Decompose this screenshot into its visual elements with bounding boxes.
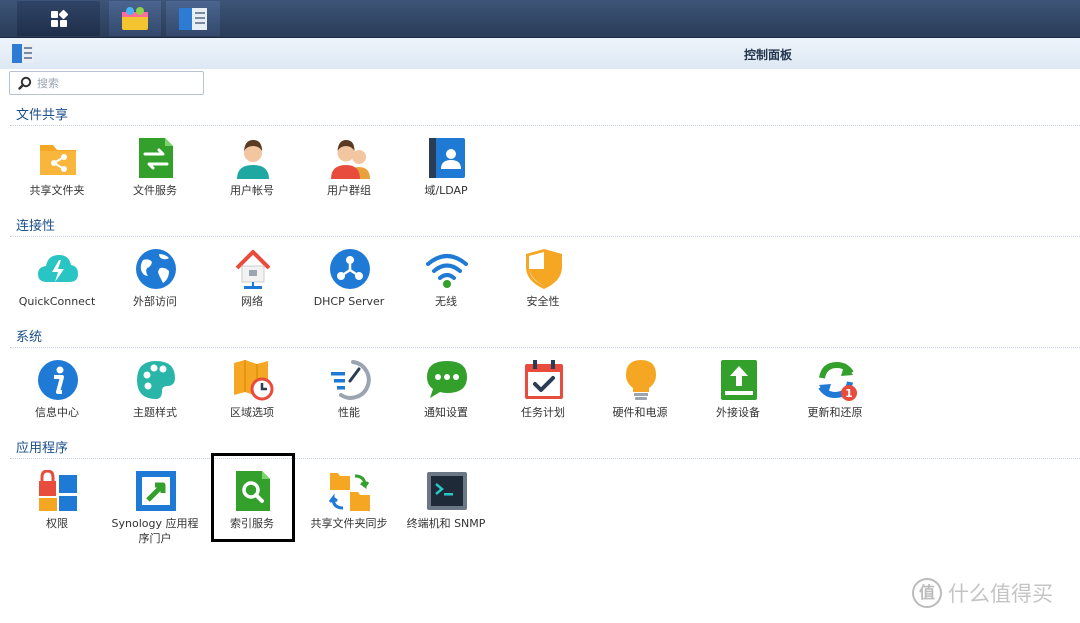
item-label: 外接设备 — [716, 406, 760, 419]
item-user[interactable]: 用户帐号 — [204, 137, 300, 215]
item-info-center[interactable]: 信息中心 — [9, 359, 105, 437]
control-panel-icon — [179, 7, 207, 30]
item-shared-folder[interactable]: 共享文件夹 — [9, 137, 105, 215]
item-regional-options[interactable]: 区域选项 — [204, 359, 300, 437]
item-label: 通知设置 — [424, 406, 468, 419]
item-label: 信息中心 — [35, 406, 79, 419]
update-count-badge: 1 — [845, 387, 853, 400]
highlight-box — [211, 453, 295, 542]
item-label: QuickConnect — [18, 295, 96, 308]
section-title-connectivity: 连接性 — [16, 219, 56, 234]
item-label: 网络 — [241, 295, 263, 308]
user-icon — [237, 140, 269, 179]
taskbar-control-panel-button[interactable] — [166, 1, 220, 36]
section-divider — [10, 236, 1080, 237]
item-label: 安全性 — [526, 295, 560, 308]
item-user-group[interactable]: 用户群组 — [301, 137, 397, 215]
privileges-icon — [39, 470, 77, 511]
item-label: 性能 — [338, 406, 360, 419]
section-divider — [10, 458, 1080, 459]
item-external-devices[interactable]: 外接设备 — [690, 359, 786, 437]
item-label: 域/LDAP — [424, 184, 468, 197]
item-label: 共享文件夹同步 — [310, 517, 388, 530]
section-divider — [10, 125, 1080, 126]
search-input[interactable] — [37, 74, 197, 92]
item-dhcp-server[interactable]: DHCP Server — [301, 248, 397, 326]
search-box[interactable] — [9, 71, 204, 95]
domain-ldap-icon — [429, 138, 465, 178]
calendar-check-icon — [525, 360, 563, 399]
palette-icon — [137, 361, 175, 399]
network-house-icon — [235, 250, 271, 289]
section-title-file-sharing: 文件共享 — [16, 108, 69, 123]
item-hardware-power[interactable]: 硬件和电源 — [592, 359, 688, 437]
item-shared-folder-sync[interactable]: 共享文件夹同步 — [301, 470, 397, 548]
item-file-services[interactable]: 文件服务 — [107, 137, 203, 215]
control-panel-icon — [12, 44, 34, 63]
item-performance[interactable]: 性能 — [301, 359, 397, 437]
item-label: 权限 — [46, 517, 68, 530]
user-group-icon — [331, 140, 370, 179]
update-icon: 1 — [818, 361, 857, 401]
shared-folder-icon — [40, 145, 76, 175]
watermark-logo: 值 — [912, 578, 942, 608]
item-theme[interactable]: 主题样式 — [107, 359, 203, 437]
item-label: 文件服务 — [133, 184, 177, 197]
item-wireless[interactable]: 无线 — [398, 248, 494, 326]
folder-sync-icon — [329, 473, 370, 511]
taskbar — [0, 0, 1080, 38]
chat-bubble-icon — [427, 361, 467, 398]
item-label: 主题样式 — [133, 406, 177, 419]
item-label: Synology 应用程序门户 — [111, 517, 199, 545]
item-update-restore[interactable]: 1 更新和还原 — [787, 359, 883, 437]
watermark-text: 什么值得买 — [948, 582, 1053, 606]
item-label: 用户群组 — [327, 184, 371, 197]
external-device-icon — [721, 360, 757, 400]
section-title-applications: 应用程序 — [16, 441, 69, 456]
item-application-portal[interactable]: Synology 应用程序门户 — [107, 470, 203, 548]
item-privileges[interactable]: 权限 — [9, 470, 105, 548]
item-external-access[interactable]: 外部访问 — [107, 248, 203, 326]
info-icon — [38, 360, 78, 400]
item-label: 共享文件夹 — [29, 184, 85, 197]
item-label: 更新和还原 — [807, 406, 863, 419]
item-terminal-snmp[interactable]: 终端机和 SNMP — [398, 470, 494, 548]
dhcp-server-icon — [330, 249, 370, 289]
window-title: 控制面板 — [744, 48, 793, 62]
main-menu-icon — [50, 9, 68, 27]
watermark: 值 什么值得买 — [912, 578, 1053, 608]
item-domain-ldap[interactable]: 域/LDAP — [398, 137, 494, 215]
item-label: 区域选项 — [230, 406, 274, 419]
window-titlebar: 控制面板 — [0, 38, 1080, 69]
package-center-icon — [122, 6, 148, 30]
map-clock-icon — [234, 360, 274, 401]
item-network[interactable]: 网络 — [204, 248, 300, 326]
main-menu-button[interactable] — [17, 1, 100, 36]
item-task-scheduler[interactable]: 任务计划 — [495, 359, 591, 437]
item-label: 外部访问 — [133, 295, 177, 308]
item-label: 用户帐号 — [230, 184, 274, 197]
item-quickconnect[interactable]: QuickConnect — [9, 248, 105, 326]
search-icon — [18, 76, 32, 90]
globe-icon — [136, 249, 176, 289]
quickconnect-icon — [38, 255, 78, 282]
item-label: DHCP Server — [313, 295, 385, 308]
lightbulb-icon — [626, 360, 656, 400]
item-label: 无线 — [435, 295, 457, 308]
item-security[interactable]: 安全性 — [495, 248, 591, 326]
section-divider — [10, 347, 1080, 348]
taskbar-package-center-button[interactable] — [109, 1, 161, 36]
gauge-icon — [331, 360, 371, 400]
item-label: 硬件和电源 — [612, 406, 668, 419]
section-title-system: 系统 — [16, 330, 43, 345]
application-portal-icon — [136, 471, 176, 511]
item-label: 任务计划 — [521, 406, 565, 419]
item-notification[interactable]: 通知设置 — [398, 359, 494, 437]
shield-icon — [526, 249, 562, 289]
terminal-icon — [427, 472, 467, 510]
wifi-icon — [426, 254, 468, 288]
file-services-icon — [139, 138, 173, 178]
item-label: 终端机和 SNMP — [406, 517, 486, 530]
